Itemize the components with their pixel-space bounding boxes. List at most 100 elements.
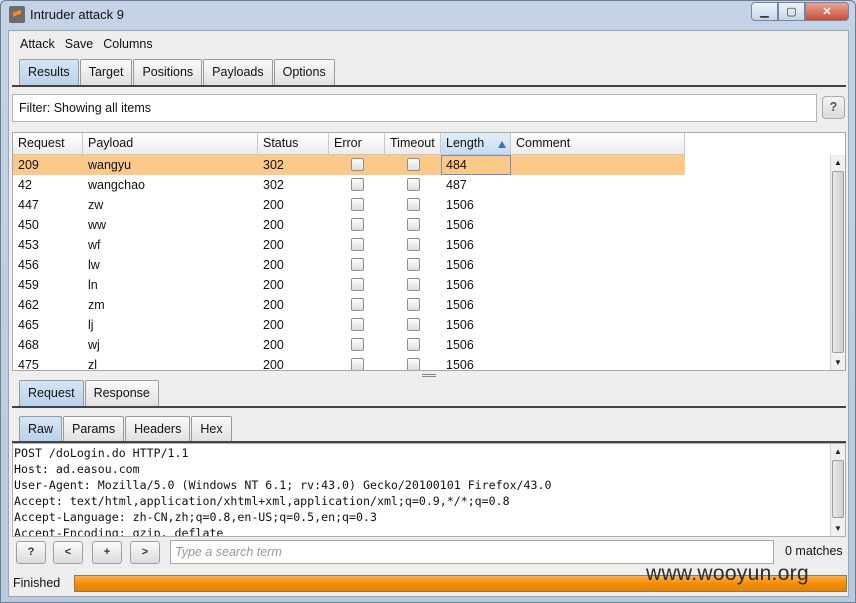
cell-payload: lw bbox=[88, 258, 100, 272]
tab-hex[interactable]: Hex bbox=[191, 416, 232, 441]
column-payload[interactable]: Payload bbox=[83, 133, 258, 155]
timeout-checkbox bbox=[406, 158, 420, 172]
table-row[interactable]: 459 ln 200 1506 bbox=[13, 275, 685, 295]
search-previous-button[interactable]: < bbox=[53, 541, 83, 564]
scroll-down-icon[interactable]: ▼ bbox=[831, 355, 845, 370]
column-length-label: Length bbox=[446, 136, 485, 150]
detail-tabs-divider bbox=[12, 406, 846, 408]
column-length[interactable]: Length bbox=[441, 133, 511, 155]
minimize-button[interactable]: ▁ bbox=[751, 2, 778, 21]
cell-status: 302 bbox=[263, 158, 284, 172]
cell-timeout bbox=[385, 155, 441, 175]
column-request[interactable]: Request bbox=[13, 133, 83, 155]
request-line: User-Agent: Mozilla/5.0 (Windows NT 6.1;… bbox=[14, 478, 552, 492]
cell-error bbox=[329, 255, 385, 275]
menu-attack[interactable]: Attack bbox=[19, 37, 56, 51]
error-checkbox bbox=[350, 218, 364, 232]
scroll-up-icon[interactable]: ▲ bbox=[831, 155, 845, 170]
menu-columns[interactable]: Columns bbox=[102, 37, 153, 51]
column-timeout[interactable]: Timeout bbox=[385, 133, 441, 155]
cell-timeout bbox=[385, 335, 441, 355]
editor-scrollbar[interactable]: ▲ ▼ bbox=[830, 444, 845, 536]
tab-raw[interactable]: Raw bbox=[19, 416, 63, 441]
request-editor[interactable]: POST /doLogin.do HTTP/1.1 Host: ad.easou.… bbox=[12, 443, 846, 537]
window-title: Intruder attack 9 bbox=[30, 7, 124, 22]
timeout-checkbox bbox=[406, 238, 420, 252]
tab-params[interactable]: Params bbox=[63, 416, 125, 441]
intruder-window: Intruder attack 9 ▁ ▢ ✕ Attack Save Colu… bbox=[0, 0, 856, 603]
cell-error bbox=[329, 355, 385, 370]
column-error[interactable]: Error bbox=[329, 133, 385, 155]
tab-target[interactable]: Target bbox=[79, 59, 133, 85]
cell-comment bbox=[511, 355, 685, 370]
table-row[interactable]: 462 zm 200 1506 bbox=[13, 295, 685, 315]
cell-status: 200 bbox=[263, 298, 284, 312]
table-row[interactable]: 42 wangchao 302 487 bbox=[13, 175, 685, 195]
cell-status: 200 bbox=[263, 278, 284, 292]
cell-length: 1506 bbox=[446, 238, 474, 252]
filter-bar[interactable]: Filter: Showing all items bbox=[12, 94, 817, 122]
table-row[interactable]: 468 wj 200 1506 bbox=[13, 335, 685, 355]
editor-scroll-thumb[interactable] bbox=[832, 460, 844, 518]
error-checkbox bbox=[350, 298, 364, 312]
cell-timeout bbox=[385, 315, 441, 335]
search-input[interactable] bbox=[170, 540, 774, 564]
cell-request: 42 bbox=[18, 178, 32, 192]
view-tabs: Raw Params Headers Hex bbox=[19, 416, 233, 441]
tab-positions[interactable]: Positions bbox=[133, 59, 203, 85]
column-comment[interactable]: Comment bbox=[511, 133, 685, 155]
maximize-button[interactable]: ▢ bbox=[778, 2, 805, 21]
menu-save[interactable]: Save bbox=[64, 37, 95, 51]
table-row[interactable]: 456 lw 200 1506 bbox=[13, 255, 685, 275]
cell-request: 456 bbox=[18, 258, 39, 272]
window-controls: ▁ ▢ ✕ bbox=[751, 2, 849, 21]
cell-error bbox=[329, 315, 385, 335]
cell-comment bbox=[511, 275, 685, 295]
cell-payload: wj bbox=[88, 338, 100, 352]
cell-status: 200 bbox=[263, 258, 284, 272]
split-pane-handle[interactable] bbox=[422, 374, 436, 377]
filter-help-button[interactable]: ? bbox=[822, 96, 845, 119]
table-body: 209 wangyu 302 484 42 wangchao 302 487 447 zw 200 1… bbox=[13, 155, 685, 370]
cell-error bbox=[329, 175, 385, 195]
error-checkbox bbox=[350, 238, 364, 252]
table-row[interactable]: 450 ww 200 1506 bbox=[13, 215, 685, 235]
cell-error bbox=[329, 235, 385, 255]
close-button[interactable]: ✕ bbox=[805, 2, 849, 21]
request-text[interactable]: POST /doLogin.do HTTP/1.1 Host: ad.easou.… bbox=[13, 444, 845, 537]
table-row[interactable]: 453 wf 200 1506 bbox=[13, 235, 685, 255]
table-row[interactable]: 475 zl 200 1506 bbox=[13, 355, 685, 370]
table-row[interactable]: 447 zw 200 1506 bbox=[13, 195, 685, 215]
title-bar[interactable]: Intruder attack 9 ▁ ▢ ✕ bbox=[1, 1, 855, 29]
error-checkbox bbox=[350, 258, 364, 272]
cell-timeout bbox=[385, 215, 441, 235]
tab-request[interactable]: Request bbox=[19, 380, 84, 406]
tab-options[interactable]: Options bbox=[273, 59, 335, 85]
tab-payloads[interactable]: Payloads bbox=[203, 59, 273, 85]
editor-scroll-up-icon[interactable]: ▲ bbox=[831, 444, 845, 459]
tab-response[interactable]: Response bbox=[84, 380, 159, 406]
cell-error bbox=[329, 155, 385, 175]
table-row[interactable]: 209 wangyu 302 484 bbox=[13, 155, 685, 175]
table-row[interactable]: 465 lj 200 1506 bbox=[13, 315, 685, 335]
search-help-button[interactable]: ? bbox=[16, 541, 46, 564]
editor-scroll-down-icon[interactable]: ▼ bbox=[831, 521, 845, 536]
cell-length: 1506 bbox=[446, 338, 474, 352]
cell-length: 1506 bbox=[446, 218, 474, 232]
search-add-button[interactable]: + bbox=[92, 541, 122, 564]
scroll-thumb[interactable] bbox=[832, 171, 844, 353]
window-client: Attack Save Columns Results Target Posit… bbox=[8, 30, 849, 597]
column-status[interactable]: Status bbox=[258, 133, 329, 155]
cell-comment bbox=[511, 235, 685, 255]
tab-headers[interactable]: Headers bbox=[125, 416, 191, 441]
cell-request: 209 bbox=[18, 158, 39, 172]
request-line: Accept-Encoding: gzip, deflate bbox=[14, 526, 224, 537]
request-line: Host: ad.easou.com bbox=[14, 462, 140, 476]
table-scrollbar[interactable]: ▲ ▼ bbox=[830, 155, 845, 370]
cell-length: 1506 bbox=[446, 298, 474, 312]
error-checkbox bbox=[350, 178, 364, 192]
cell-payload: wf bbox=[88, 238, 101, 252]
tab-results[interactable]: Results bbox=[19, 59, 79, 85]
search-next-button[interactable]: > bbox=[130, 541, 160, 564]
cell-error bbox=[329, 295, 385, 315]
